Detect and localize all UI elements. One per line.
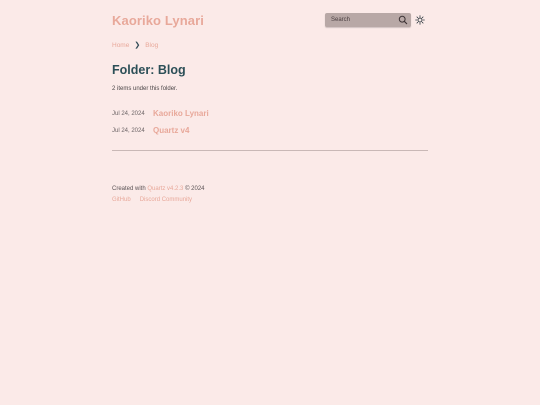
- breadcrumb-current[interactable]: Blog: [145, 42, 158, 49]
- footer-divider: [112, 150, 428, 151]
- page: Kaoriko Lynari Search Home ❯ Blog Folder…: [0, 0, 540, 405]
- footer-links: GitHub Discord Community: [112, 197, 192, 203]
- footer-link-github[interactable]: GitHub: [112, 197, 131, 203]
- breadcrumb-home[interactable]: Home: [112, 42, 129, 49]
- item-date: Jul 24, 2024: [112, 110, 145, 117]
- page-title: Folder: Blog: [112, 63, 186, 77]
- quartz-link[interactable]: Quartz v4.2.3: [147, 186, 183, 192]
- list-item: Jul 24, 2024 Kaoriko Lynari: [112, 109, 209, 118]
- site-title[interactable]: Kaoriko Lynari: [112, 13, 204, 28]
- search-placeholder: Search: [331, 17, 351, 23]
- list-item: Jul 24, 2024 Quartz v4: [112, 126, 189, 135]
- item-link-kaoriko-lynari[interactable]: Kaoriko Lynari: [153, 109, 209, 118]
- sun-icon[interactable]: [415, 15, 425, 25]
- item-date: Jul 24, 2024: [112, 127, 145, 134]
- folder-description: 2 items under this folder.: [112, 86, 178, 92]
- search-bar[interactable]: Search: [325, 13, 411, 27]
- breadcrumb-separator: ❯: [134, 42, 141, 49]
- breadcrumb: Home ❯ Blog: [112, 41, 158, 50]
- footer-credit: Created with Quartz v4.2.3 © 2024: [112, 186, 205, 192]
- item-link-quartz-v4[interactable]: Quartz v4: [153, 126, 189, 135]
- footer-link-discord[interactable]: Discord Community: [140, 197, 192, 203]
- footer-created-with: Created with: [112, 186, 146, 192]
- footer-copyright: © 2024: [185, 186, 205, 192]
- search-icon: [398, 15, 408, 25]
